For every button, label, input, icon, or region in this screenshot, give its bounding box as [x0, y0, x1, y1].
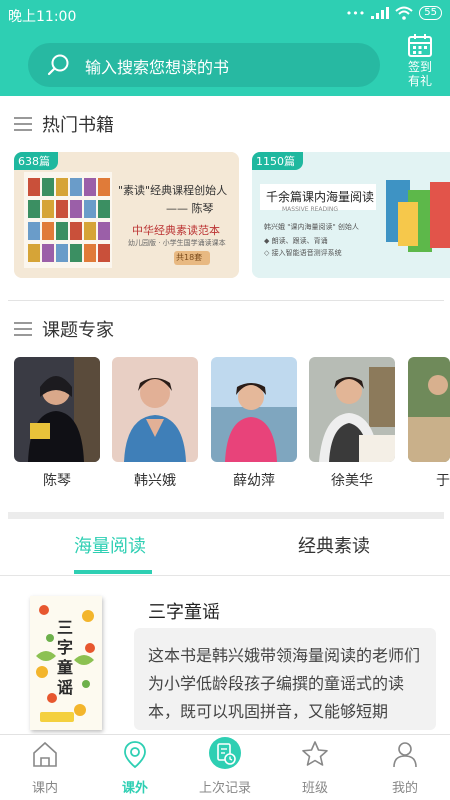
expert-photo	[14, 357, 100, 462]
featured-book-description: 这本书是韩兴娥带领海量阅读的老师们为小学低龄段孩子编撰的童谣式的读本，既可以巩固…	[134, 628, 436, 730]
top-bar: 输入搜索您想读的书 签到 有礼	[0, 30, 450, 96]
book-series-illustration	[252, 152, 450, 278]
book-card-1[interactable]: 638篇 "素读"经典课程创始人 —— 陈琴 中华经典素读范本 幼儿园版 · 小…	[14, 152, 239, 278]
nav-in-class[interactable]: 课内	[0, 735, 90, 800]
expert-name: 徐美华	[331, 473, 373, 489]
experts-title: 课题专家	[42, 320, 114, 341]
expert-card[interactable]: 薛幼萍	[211, 357, 297, 490]
wifi-icon	[395, 6, 413, 20]
featured-book-title[interactable]: 三字童谣	[148, 598, 220, 624]
expert-card[interactable]: 韩兴娥	[112, 357, 198, 490]
hot-books-title: 热门书籍	[42, 115, 114, 136]
expert-card[interactable]: 于	[408, 357, 450, 490]
book-card-1-subtitle: 中华经典素读范本	[132, 224, 220, 237]
nav-label: 班级	[301, 781, 328, 796]
nav-extracurricular[interactable]: 课外	[90, 735, 180, 800]
home-icon	[33, 741, 57, 767]
section-divider	[8, 300, 444, 301]
book-card-2-bullet2: ◇ 接入智能语音测评系统	[264, 249, 342, 257]
book-card-1-author: —— 陈琴	[166, 202, 214, 215]
status-time: 晚上11:00	[8, 9, 77, 25]
search-icon	[47, 54, 69, 76]
expert-photo	[309, 357, 395, 462]
signal-icon	[371, 7, 390, 19]
signin-reward-button[interactable]: 签到 有礼	[398, 34, 442, 88]
book-card-2-en: MASSIVE READING	[282, 206, 339, 213]
location-pin-icon	[124, 741, 146, 769]
list-icon	[14, 117, 32, 131]
more-dots-icon: •••	[345, 6, 366, 20]
hot-books-header: 热门书籍	[0, 98, 450, 150]
calendar-icon	[408, 34, 432, 57]
experts-header: 课题专家	[0, 303, 450, 355]
nav-label: 上次记录	[198, 781, 251, 796]
active-tab-indicator	[74, 570, 152, 574]
expert-name: 于	[436, 473, 450, 489]
search-input[interactable]: 输入搜索您想读的书	[28, 43, 380, 87]
book-card-2[interactable]: 1150篇 千余篇课内海量阅读 MASSIVE READING 韩兴娥 "课内海…	[252, 152, 450, 278]
list-icon	[14, 322, 32, 336]
book-cover[interactable]: 三字童谣	[30, 596, 102, 730]
book-cover-title: 三字童谣	[56, 618, 73, 697]
book-count-badge: 638篇	[14, 152, 58, 170]
book-card-1-tag: 共18套	[176, 253, 203, 262]
status-bar: 晚上11:00 ••• 55	[0, 0, 450, 30]
book-card-1-small: 幼儿园版 · 小学生国学诵读课本	[128, 239, 226, 247]
nav-label: 我的	[391, 781, 418, 796]
expert-name: 韩兴娥	[134, 473, 176, 489]
nav-mine[interactable]: 我的	[360, 735, 450, 800]
expert-name: 薛幼萍	[233, 473, 275, 489]
expert-photo	[408, 357, 450, 462]
star-icon	[302, 741, 328, 766]
user-icon	[393, 742, 417, 768]
expert-photo	[211, 357, 297, 462]
book-card-2-bullet1: ◆ 朗读、跟读、背诵	[264, 237, 328, 245]
status-icons: ••• 55	[346, 6, 442, 20]
expert-card[interactable]: 徐美华	[309, 357, 395, 490]
expert-card[interactable]: 陈琴	[14, 357, 100, 490]
record-icon	[209, 737, 241, 769]
search-placeholder: 输入搜索您想读的书	[85, 58, 230, 77]
book-card-2-heading: 千余篇课内海量阅读	[266, 190, 375, 204]
battery-icon: 55	[419, 6, 442, 20]
bottom-navigation: 课内 课外 上次记录 班级 我的	[0, 734, 450, 800]
signin-label-line2: 有礼	[407, 74, 432, 88]
expert-name: 陈琴	[43, 473, 71, 489]
book-card-2-founder: 韩兴娥 "课内海量阅读" 创始人	[264, 223, 359, 231]
tab-massive-reading[interactable]: 海量阅读	[74, 532, 146, 558]
tab-divider	[0, 575, 450, 576]
nav-last-record[interactable]: 上次记录	[180, 735, 270, 800]
nav-label: 课内	[31, 781, 58, 796]
tab-classic-reading[interactable]: 经典素读	[298, 532, 370, 558]
nav-class[interactable]: 班级	[270, 735, 360, 800]
expert-photo	[112, 357, 198, 462]
section-separator	[8, 512, 444, 519]
signin-label-line1: 签到	[407, 60, 432, 74]
book-count-badge: 1150篇	[252, 152, 303, 170]
nav-label: 课外	[121, 781, 148, 796]
book-card-1-heading: "素读"经典课程创始人	[118, 184, 228, 197]
